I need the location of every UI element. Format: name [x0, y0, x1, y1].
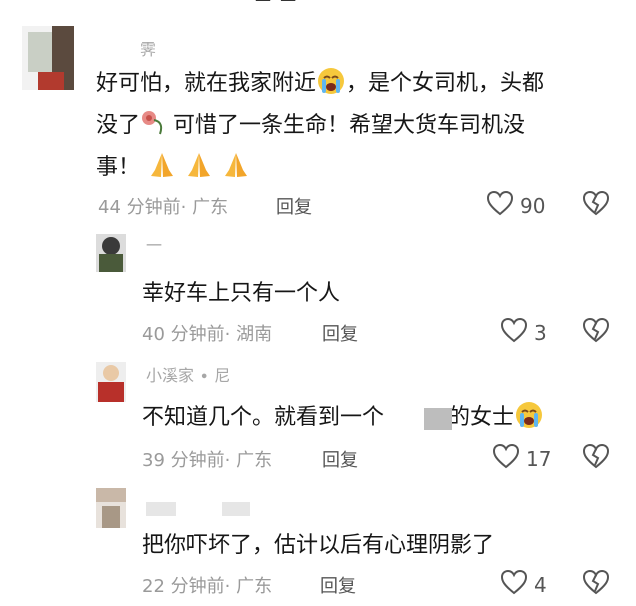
comment-item: 霁 好可怕，就在我家附近 ，是个女司机，头都 没了 可惜了一条生命！希望大货车司机… [0, 0, 636, 220]
comment-time: 39 分钟前· 广东 [142, 446, 272, 472]
broken-heart-icon [582, 317, 610, 343]
redacted-author-name [222, 502, 250, 516]
broken-heart-icon [582, 569, 610, 595]
avatar[interactable] [96, 488, 126, 528]
heart-outline-icon [486, 190, 514, 221]
comment-item: 一 幸好车上只有一个人 40 分钟前· 湖南 回复 3 [0, 220, 636, 348]
comment-text-part: ，是个女司机，头都 [346, 71, 545, 96]
comment-author[interactable]: 小溪家 ∙ 尼 [146, 362, 230, 386]
comment-time-text: 44 分钟前 [98, 197, 181, 218]
comment-region: · 湖南 [224, 324, 273, 345]
heart-outline-icon [500, 317, 528, 348]
broken-heart-icon [582, 190, 610, 216]
comment-author[interactable]: 霁 [140, 36, 156, 60]
wilted-rose-emoji-icon [140, 108, 166, 150]
comment-text: 不知道几个。就看到一个 的女士 [142, 400, 612, 442]
comment-region: · 广东 [224, 450, 273, 471]
comment-text: 幸好车上只有一个人 [142, 281, 341, 306]
comment-text-part: 的女士 [448, 405, 515, 430]
like-button[interactable]: 3 [500, 317, 547, 348]
like-button[interactable]: 90 [486, 190, 545, 221]
comment-text-part: 事！ [96, 155, 141, 180]
dislike-button[interactable] [582, 569, 610, 599]
avatar[interactable] [96, 362, 126, 402]
reply-button[interactable]: 回复 [276, 193, 312, 219]
like-count: 17 [526, 446, 552, 471]
comment-text-part: 好可怕，就在我家附近 [96, 71, 317, 96]
reply-button[interactable]: 回复 [320, 572, 356, 598]
reply-button[interactable]: 回复 [322, 446, 358, 472]
comment-text-part: 没了 [96, 113, 141, 138]
heart-outline-icon [492, 443, 520, 474]
redacted-author-name [146, 502, 176, 516]
like-count: 3 [534, 320, 547, 345]
folded-hands-emoji-icon [184, 150, 214, 192]
heart-outline-icon [500, 569, 528, 600]
loudly-crying-face-emoji-icon [316, 66, 346, 108]
comment-author[interactable]: 一 [146, 232, 162, 256]
comment-text-part: 可惜了一条生命！希望大货车司机没 [166, 113, 526, 138]
comment-text: 好可怕，就在我家附近 ，是个女司机，头都 没了 可惜了一条生命！希望大货车司机没 … [96, 66, 616, 192]
comment-time: 22 分钟前· 广东 [142, 572, 272, 598]
comment-text-part: 不知道几个。就看到一个 [142, 405, 385, 430]
reply-button[interactable]: 回复 [322, 320, 358, 346]
loudly-crying-face-emoji-icon [514, 400, 544, 442]
comment-item: 把你吓坏了，估计以后有心理阴影了 22 分钟前· 广东 回复 4 [0, 476, 636, 606]
like-button[interactable]: 4 [500, 569, 547, 600]
like-button[interactable]: 17 [492, 443, 551, 474]
dislike-button[interactable] [582, 317, 610, 347]
comment-time: 44 分钟前· 广东 [98, 193, 228, 219]
avatar[interactable] [96, 234, 126, 272]
comment-item: 小溪家 ∙ 尼 不知道几个。就看到一个 的女士 39 分钟前· 广东 回复 17 [0, 348, 636, 476]
comment-time-text: 39 分钟前 [142, 450, 225, 471]
comment-region: · 广东 [180, 197, 229, 218]
comment-time-text: 40 分钟前 [142, 324, 225, 345]
comment-time-text: 22 分钟前 [142, 576, 225, 597]
comment-time: 40 分钟前· 湖南 [142, 320, 272, 346]
comment-text: 把你吓坏了，估计以后有心理阴影了 [142, 533, 495, 558]
folded-hands-emoji-icon [221, 150, 251, 192]
avatar[interactable] [22, 26, 74, 90]
like-count: 90 [520, 193, 546, 218]
dislike-button[interactable] [582, 190, 610, 220]
dislike-button[interactable] [582, 443, 610, 473]
redaction-block [424, 408, 452, 430]
folded-hands-emoji-icon [147, 150, 177, 192]
like-count: 4 [534, 572, 547, 597]
broken-heart-icon [582, 443, 610, 469]
comment-region: · 广东 [224, 576, 273, 597]
